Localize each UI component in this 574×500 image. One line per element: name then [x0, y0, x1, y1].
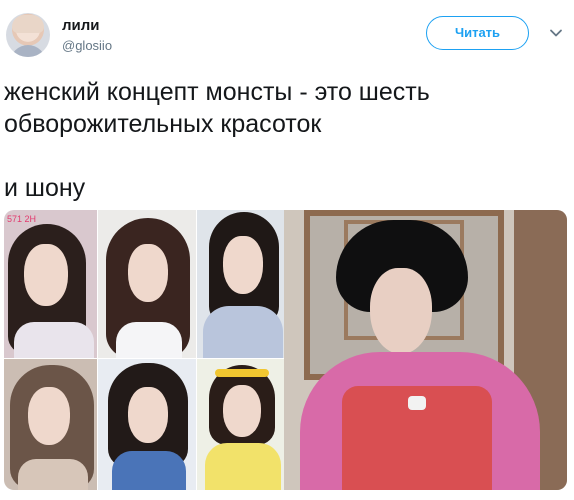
follow-button[interactable]: Читать: [426, 16, 529, 50]
face-shape: [128, 244, 168, 302]
badge-shape: [408, 396, 426, 410]
clothes-shape: [18, 459, 88, 490]
avatar[interactable]: [6, 13, 50, 57]
photo-tile[interactable]: [98, 210, 196, 358]
photo-large[interactable]: [284, 210, 567, 490]
clothes-shape: [203, 306, 283, 358]
face-shape: [223, 385, 261, 437]
clothes-shape: [116, 322, 182, 358]
chevron-down-icon[interactable]: [549, 26, 563, 40]
photo-tile[interactable]: 571 2H: [4, 210, 97, 358]
author-handle[interactable]: @glosiio: [62, 38, 112, 53]
face-shape: [24, 244, 68, 306]
face-shape: [28, 387, 70, 445]
avatar-body: [10, 45, 46, 57]
face-shape: [370, 268, 432, 354]
author-name[interactable]: лили: [62, 17, 100, 34]
photo-tile[interactable]: [98, 359, 196, 490]
photo-tile[interactable]: [4, 359, 97, 490]
clothes-shape: [205, 443, 281, 490]
clothes-shape: [112, 451, 186, 490]
photo-tile[interactable]: [197, 210, 284, 358]
tweet-text: женский концепт монсты - это шесть обвор…: [4, 78, 430, 202]
headband-shape: [215, 369, 269, 377]
corner-stamp: 571 2H: [7, 214, 37, 224]
media-grid[interactable]: 571 2H: [4, 210, 567, 490]
photo-tile[interactable]: [197, 359, 284, 490]
clothes-shape: [14, 322, 94, 358]
avatar-hair: [12, 15, 44, 33]
face-shape: [128, 387, 168, 443]
face-shape: [223, 236, 263, 294]
